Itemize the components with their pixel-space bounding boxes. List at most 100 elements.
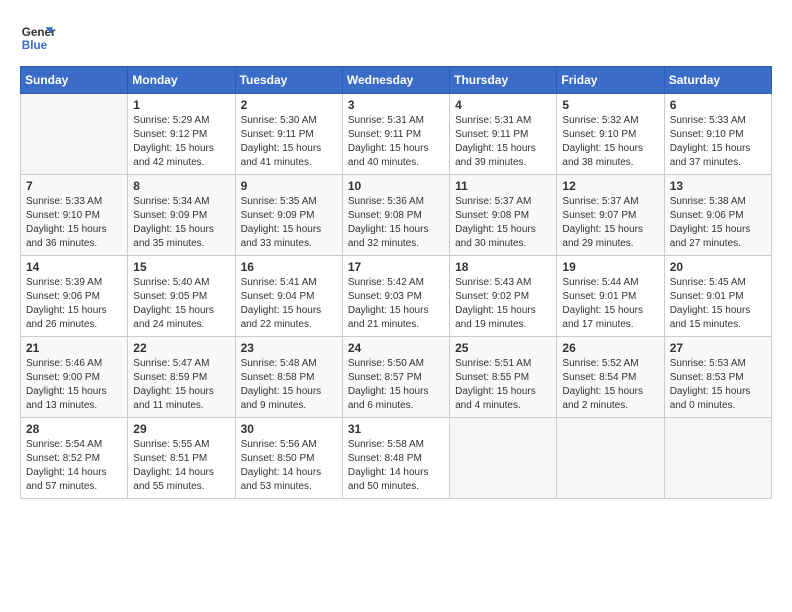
calendar-header-row: SundayMondayTuesdayWednesdayThursdayFrid…	[21, 67, 772, 94]
logo: General Blue	[20, 20, 56, 56]
day-number: 26	[562, 341, 658, 355]
day-number: 8	[133, 179, 229, 193]
calendar-week-1: 1 Sunrise: 5:29 AM Sunset: 9:12 PM Daylig…	[21, 94, 772, 175]
day-info: Sunrise: 5:31 AM Sunset: 9:11 PM Dayligh…	[348, 114, 444, 170]
day-info: Sunrise: 5:47 AM Sunset: 8:59 PM Dayligh…	[133, 357, 229, 413]
day-info: Sunrise: 5:40 AM Sunset: 9:05 PM Dayligh…	[133, 276, 229, 332]
calendar-cell: 19Sunrise: 5:44 AM Sunset: 9:01 PM Dayli…	[557, 256, 664, 337]
day-info: Sunrise: 5:33 AM Sunset: 9:10 PM Dayligh…	[670, 114, 766, 170]
day-info: Sunrise: 5:52 AM Sunset: 8:54 PM Dayligh…	[562, 357, 658, 413]
calendar-cell: 10 Sunrise: 5:36 AM Sunset: 9:08 PM Dayli…	[342, 175, 449, 256]
day-number: 23	[241, 341, 337, 355]
calendar-week-4: 21Sunrise: 5:46 AM Sunset: 9:00 PM Dayli…	[21, 337, 772, 418]
svg-text:Blue: Blue	[22, 39, 48, 52]
calendar-cell: 28 Sunrise: 5:54 AM Sunset: 8:52 PM Dayli…	[21, 418, 128, 499]
day-number: 17	[348, 260, 444, 274]
calendar-cell: 23 Sunrise: 5:48 AM Sunset: 8:58 PM Dayli…	[235, 337, 342, 418]
calendar-cell: 17 Sunrise: 5:42 AM Sunset: 9:03 PM Dayli…	[342, 256, 449, 337]
calendar-cell: 3 Sunrise: 5:31 AM Sunset: 9:11 PM Daylig…	[342, 94, 449, 175]
day-number: 25	[455, 341, 551, 355]
day-number: 28	[26, 422, 122, 436]
day-info: Sunrise: 5:44 AM Sunset: 9:01 PM Dayligh…	[562, 276, 658, 332]
day-info: Sunrise: 5:54 AM Sunset: 8:52 PM Dayligh…	[26, 438, 122, 494]
calendar-cell: 21Sunrise: 5:46 AM Sunset: 9:00 PM Dayli…	[21, 337, 128, 418]
day-info: Sunrise: 5:35 AM Sunset: 9:09 PM Dayligh…	[241, 195, 337, 251]
day-number: 12	[562, 179, 658, 193]
calendar-cell: 26 Sunrise: 5:52 AM Sunset: 8:54 PM Dayli…	[557, 337, 664, 418]
day-number: 21	[26, 341, 122, 355]
day-info: Sunrise: 5:37 AM Sunset: 9:08 PM Dayligh…	[455, 195, 551, 251]
day-number: 7	[26, 179, 122, 193]
day-info: Sunrise: 5:53 AM Sunset: 8:53 PM Dayligh…	[670, 357, 766, 413]
calendar-cell	[664, 418, 771, 499]
day-number: 20	[670, 260, 766, 274]
day-number: 29	[133, 422, 229, 436]
day-info: Sunrise: 5:29 AM Sunset: 9:12 PM Dayligh…	[133, 114, 229, 170]
day-number: 13	[670, 179, 766, 193]
day-number: 1	[133, 98, 229, 112]
calendar-cell: 4 Sunrise: 5:31 AM Sunset: 9:11 PM Daylig…	[450, 94, 557, 175]
day-info: Sunrise: 5:50 AM Sunset: 8:57 PM Dayligh…	[348, 357, 444, 413]
calendar-cell: 8Sunrise: 5:34 AM Sunset: 9:09 PM Daylig…	[128, 175, 235, 256]
day-number: 27	[670, 341, 766, 355]
day-info: Sunrise: 5:41 AM Sunset: 9:04 PM Dayligh…	[241, 276, 337, 332]
column-header-saturday: Saturday	[664, 67, 771, 94]
day-number: 6	[670, 98, 766, 112]
logo-icon: General Blue	[20, 20, 56, 56]
calendar-week-5: 28 Sunrise: 5:54 AM Sunset: 8:52 PM Dayli…	[21, 418, 772, 499]
calendar-cell: 6 Sunrise: 5:33 AM Sunset: 9:10 PM Daylig…	[664, 94, 771, 175]
calendar-cell: 27 Sunrise: 5:53 AM Sunset: 8:53 PM Dayli…	[664, 337, 771, 418]
day-info: Sunrise: 5:56 AM Sunset: 8:50 PM Dayligh…	[241, 438, 337, 494]
day-info: Sunrise: 5:39 AM Sunset: 9:06 PM Dayligh…	[26, 276, 122, 332]
calendar-cell: 12 Sunrise: 5:37 AM Sunset: 9:07 PM Dayli…	[557, 175, 664, 256]
day-info: Sunrise: 5:51 AM Sunset: 8:55 PM Dayligh…	[455, 357, 551, 413]
calendar-cell: 18 Sunrise: 5:43 AM Sunset: 9:02 PM Dayli…	[450, 256, 557, 337]
day-number: 4	[455, 98, 551, 112]
calendar-cell: 14 Sunrise: 5:39 AM Sunset: 9:06 PM Dayli…	[21, 256, 128, 337]
calendar-cell: 29 Sunrise: 5:55 AM Sunset: 8:51 PM Dayli…	[128, 418, 235, 499]
calendar-cell: 16Sunrise: 5:41 AM Sunset: 9:04 PM Dayli…	[235, 256, 342, 337]
column-header-monday: Monday	[128, 67, 235, 94]
calendar-cell: 24 Sunrise: 5:50 AM Sunset: 8:57 PM Dayli…	[342, 337, 449, 418]
day-info: Sunrise: 5:32 AM Sunset: 9:10 PM Dayligh…	[562, 114, 658, 170]
calendar-week-2: 7 Sunrise: 5:33 AM Sunset: 9:10 PM Daylig…	[21, 175, 772, 256]
day-number: 2	[241, 98, 337, 112]
day-info: Sunrise: 5:33 AM Sunset: 9:10 PM Dayligh…	[26, 195, 122, 251]
calendar-cell: 22 Sunrise: 5:47 AM Sunset: 8:59 PM Dayli…	[128, 337, 235, 418]
day-info: Sunrise: 5:36 AM Sunset: 9:08 PM Dayligh…	[348, 195, 444, 251]
calendar-cell	[450, 418, 557, 499]
day-info: Sunrise: 5:30 AM Sunset: 9:11 PM Dayligh…	[241, 114, 337, 170]
calendar-week-3: 14 Sunrise: 5:39 AM Sunset: 9:06 PM Dayli…	[21, 256, 772, 337]
day-info: Sunrise: 5:43 AM Sunset: 9:02 PM Dayligh…	[455, 276, 551, 332]
calendar-cell: 2 Sunrise: 5:30 AM Sunset: 9:11 PM Daylig…	[235, 94, 342, 175]
column-header-wednesday: Wednesday	[342, 67, 449, 94]
day-info: Sunrise: 5:45 AM Sunset: 9:01 PM Dayligh…	[670, 276, 766, 332]
day-info: Sunrise: 5:31 AM Sunset: 9:11 PM Dayligh…	[455, 114, 551, 170]
calendar-cell	[21, 94, 128, 175]
day-number: 22	[133, 341, 229, 355]
calendar-cell: 9Sunrise: 5:35 AM Sunset: 9:09 PM Daylig…	[235, 175, 342, 256]
calendar-cell: 1 Sunrise: 5:29 AM Sunset: 9:12 PM Daylig…	[128, 94, 235, 175]
day-number: 18	[455, 260, 551, 274]
day-info: Sunrise: 5:55 AM Sunset: 8:51 PM Dayligh…	[133, 438, 229, 494]
day-number: 10	[348, 179, 444, 193]
day-number: 11	[455, 179, 551, 193]
page-header: General Blue	[20, 20, 772, 56]
column-header-tuesday: Tuesday	[235, 67, 342, 94]
day-number: 14	[26, 260, 122, 274]
calendar-cell	[557, 418, 664, 499]
calendar-cell: 13Sunrise: 5:38 AM Sunset: 9:06 PM Dayli…	[664, 175, 771, 256]
day-info: Sunrise: 5:37 AM Sunset: 9:07 PM Dayligh…	[562, 195, 658, 251]
day-number: 5	[562, 98, 658, 112]
day-number: 3	[348, 98, 444, 112]
column-header-friday: Friday	[557, 67, 664, 94]
calendar-cell: 20 Sunrise: 5:45 AM Sunset: 9:01 PM Dayli…	[664, 256, 771, 337]
day-number: 30	[241, 422, 337, 436]
day-number: 24	[348, 341, 444, 355]
calendar-cell: 15Sunrise: 5:40 AM Sunset: 9:05 PM Dayli…	[128, 256, 235, 337]
day-info: Sunrise: 5:48 AM Sunset: 8:58 PM Dayligh…	[241, 357, 337, 413]
calendar-cell: 11 Sunrise: 5:37 AM Sunset: 9:08 PM Dayli…	[450, 175, 557, 256]
calendar-cell: 5 Sunrise: 5:32 AM Sunset: 9:10 PM Daylig…	[557, 94, 664, 175]
day-number: 31	[348, 422, 444, 436]
day-info: Sunrise: 5:42 AM Sunset: 9:03 PM Dayligh…	[348, 276, 444, 332]
